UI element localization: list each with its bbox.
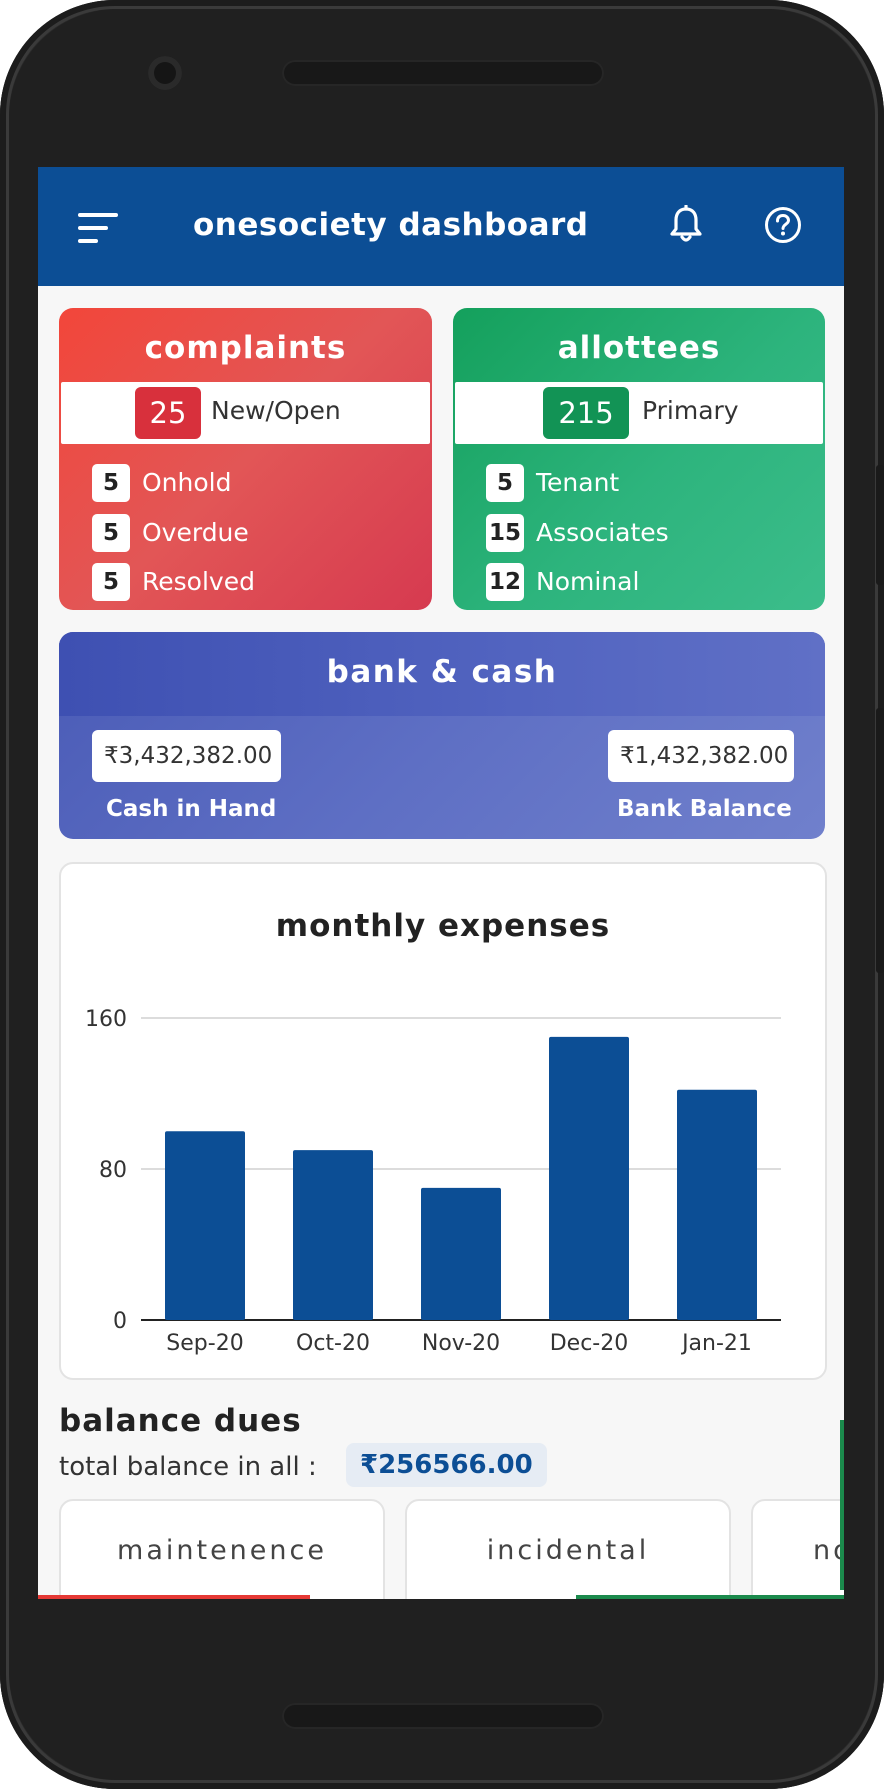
allottees-card[interactable]: allottees 215 Primary 5 Tenant 15 Associ… [453,308,825,610]
row-label: Nominal [536,567,640,596]
bar [549,1036,629,1320]
due-card-label: incidental [486,1535,650,1566]
volume-button [876,708,884,973]
bar [165,1131,245,1320]
count-badge: 15 [486,514,524,552]
balance-dues-title: balance dues [59,1403,302,1439]
page-title: onesociety dashboard [193,207,589,243]
bank-balance-label: Bank Balance [617,796,792,822]
allottees-primary[interactable]: 215 Primary [455,382,823,444]
bar [677,1089,757,1320]
phone-frame: onesociety dashboard complaints 25 New/O… [0,0,884,1789]
row-label: Onhold [142,468,232,497]
complaints-card[interactable]: complaints 25 New/Open 5 Onhold 5 Overdu… [59,308,432,610]
power-button [876,465,884,585]
allottees-primary-label: Primary [642,396,739,425]
bell-icon[interactable] [668,204,704,245]
complaints-new-open[interactable]: 25 New/Open [61,382,430,444]
x-tick-label: Dec-20 [550,1331,629,1356]
complaints-new-count: 25 [135,387,201,439]
bank-cash-card[interactable]: bank & cash ₹3,432,382.00 Cash in Hand ₹… [59,632,825,839]
bank-cash-header: bank & cash [59,632,825,716]
total-balance-value: ₹256566.00 [346,1443,547,1487]
allottees-primary-count: 215 [543,387,629,439]
app-bar: onesociety dashboard [38,167,844,286]
incidental-accent-bar [576,1595,844,1599]
row-label: Overdue [142,518,249,547]
due-card-maintenence[interactable]: maintenence [59,1499,385,1599]
count-badge: 5 [92,514,130,552]
maintenence-accent-bar [38,1595,310,1599]
cash-in-hand-label: Cash in Hand [106,796,277,822]
count-badge: 5 [486,464,524,502]
y-tick-label: 0 [113,1309,127,1334]
due-card-partial[interactable]: no [751,1499,844,1599]
x-tick-label: Oct-20 [296,1331,370,1356]
top-speaker [282,60,604,86]
menu-icon[interactable] [78,213,118,243]
monthly-expenses-chart: 0 80 160 Sep-20 Oct-20 Nov-20 Dec-20 Jan-21 [85,1007,781,1356]
row-label: Associates [536,518,669,547]
help-icon[interactable] [764,206,802,244]
count-badge: 5 [92,563,130,601]
app-screen: onesociety dashboard complaints 25 New/O… [38,167,844,1599]
y-tick-label: 160 [85,1007,127,1032]
allottees-title: allottees [557,330,721,366]
front-camera [148,56,182,90]
x-tick-label: Sep-20 [166,1331,243,1356]
row-label: Resolved [142,567,255,596]
due-card-label: maintenence [117,1535,327,1566]
cash-in-hand-amount: ₹3,432,382.00 [92,730,281,782]
monthly-expenses-card: monthly expenses 0 80 160 Sep-20 Oct-20 Nov-2… [59,862,827,1380]
due-card-incidental[interactable]: incidental [405,1499,731,1599]
x-tick-label: Nov-20 [422,1331,500,1356]
x-tick-label: Jan-21 [680,1331,752,1356]
bank-cash-title: bank & cash [326,654,558,690]
bar [293,1150,373,1320]
bar [421,1187,501,1320]
row-label: Tenant [536,468,620,497]
count-badge: 5 [92,464,130,502]
total-balance-label: total balance in all : [59,1452,317,1482]
scroll-edge-accent [840,1420,844,1590]
complaints-new-label: New/Open [211,396,341,425]
bottom-speaker [282,1703,604,1729]
bank-balance-amount: ₹1,432,382.00 [608,730,794,782]
y-tick-label: 80 [99,1158,127,1183]
complaints-title: complaints [144,330,347,366]
count-badge: 12 [486,563,524,601]
